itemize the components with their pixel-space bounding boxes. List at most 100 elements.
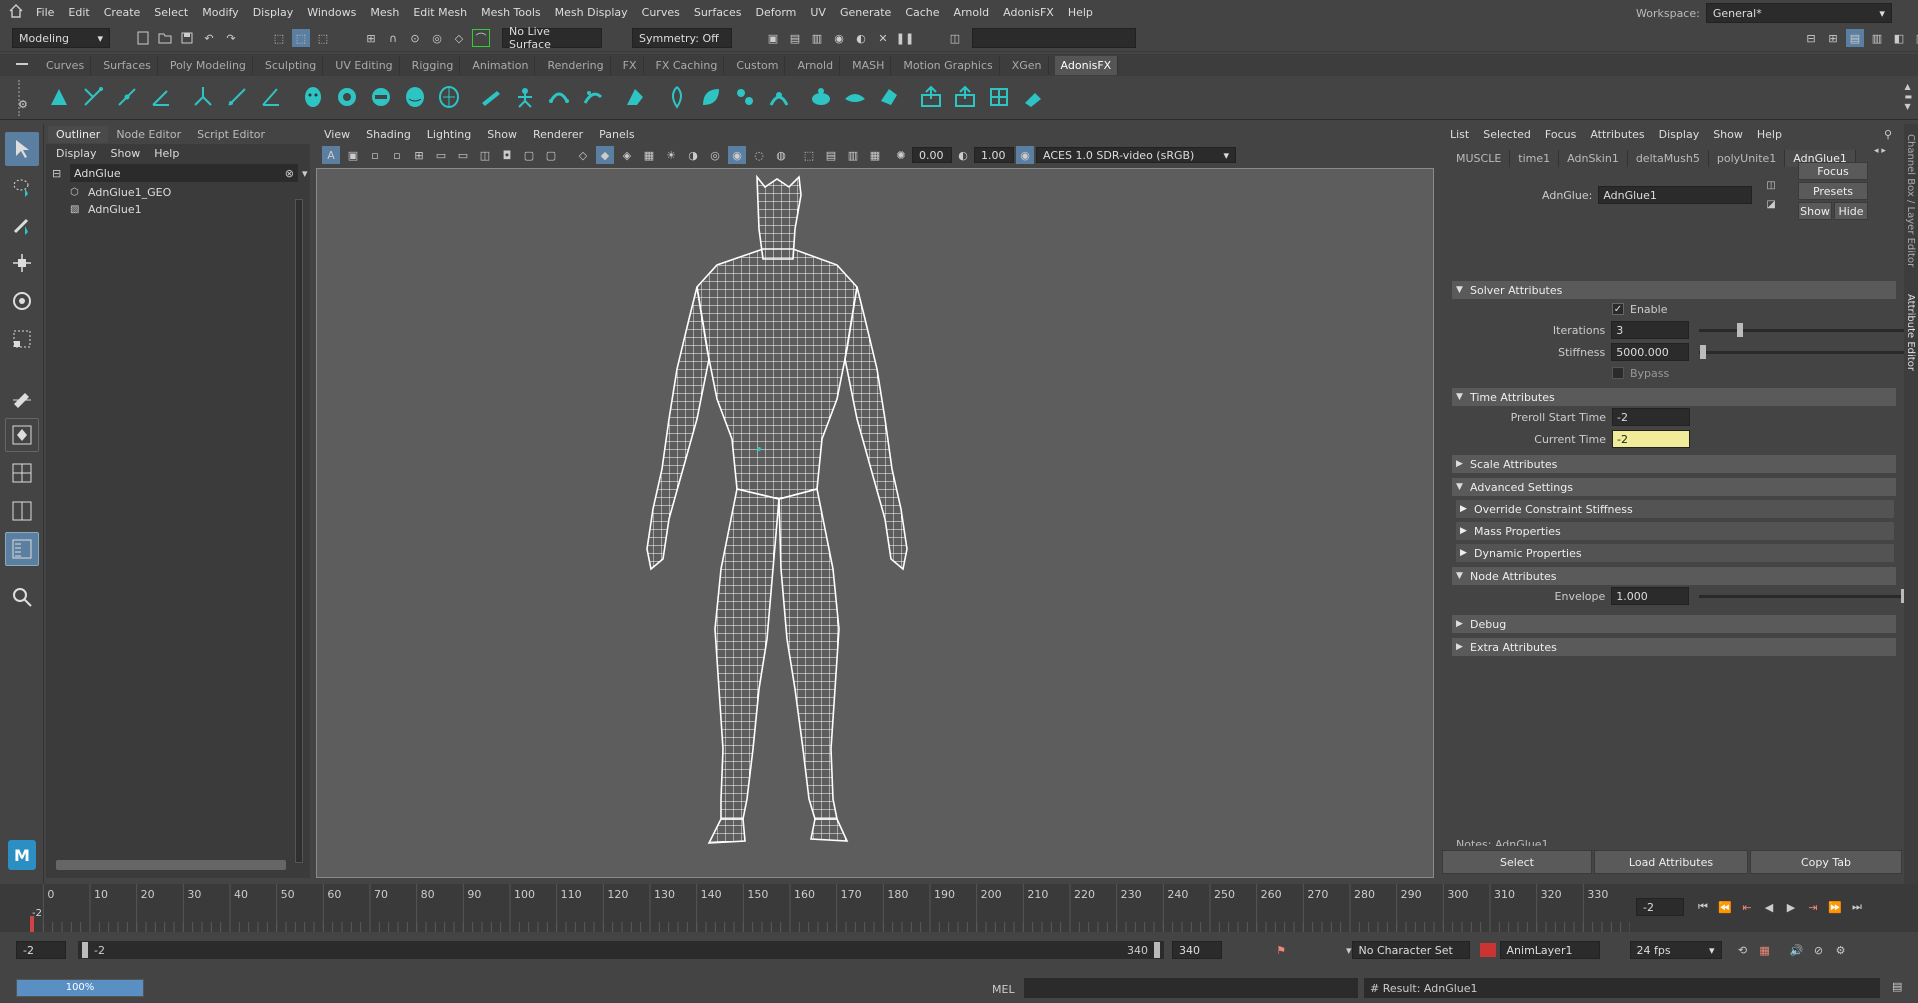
shelf-tab-uv-editing[interactable]: UV Editing [329, 56, 400, 75]
select-by-object-icon[interactable]: ⬚ [292, 29, 310, 47]
current-time-field[interactable]: -2 [1612, 430, 1690, 448]
adn-muscle-icon[interactable] [44, 82, 74, 112]
menu-item-uv[interactable]: UV [810, 6, 826, 19]
keyframe-icon[interactable]: ⚑ [1272, 941, 1290, 959]
shelf-tab-motion-graphics[interactable]: Motion Graphics [897, 56, 1000, 75]
mass-properties-section[interactable]: ▶ Mass Properties [1456, 522, 1894, 540]
command-input[interactable] [1024, 978, 1358, 998]
focus-node-icon[interactable]: ◫ [1766, 180, 1775, 191]
menu-item-edit[interactable]: Edit [68, 6, 89, 19]
snap-curve-icon[interactable]: ∩ [384, 29, 402, 47]
menu-item-modify[interactable]: Modify [202, 6, 238, 19]
adn-edge-icon[interactable] [544, 82, 574, 112]
select-by-hierarchy-icon[interactable]: ⬚ [270, 29, 288, 47]
wireframe-character-mesh[interactable] [317, 169, 1435, 879]
adn-mirror-icon[interactable] [662, 82, 692, 112]
four-view-icon[interactable] [5, 456, 39, 490]
adn-ribbon-icon[interactable] [366, 82, 396, 112]
tab-scroll-arrows[interactable]: ◂ ▸ [1874, 146, 1886, 156]
adn-face-icon[interactable] [298, 82, 328, 112]
select-button[interactable]: Select [1442, 850, 1592, 874]
step-back-frame-icon[interactable]: ⏪ [1716, 898, 1734, 916]
go-to-start-icon[interactable]: ⏮ [1694, 898, 1712, 916]
presets-button[interactable]: Presets [1798, 182, 1868, 200]
ae-menu-list[interactable]: List [1450, 128, 1469, 141]
script-editor-icon[interactable]: ▤ [1892, 980, 1902, 993]
gamma-field[interactable]: 1.00 [974, 147, 1014, 163]
outliner-item[interactable]: ⬡ AdnGlue1_GEO [54, 184, 310, 201]
debug-section[interactable]: ▶ Debug [1452, 615, 1896, 633]
envelope-field[interactable]: 1.000 [1611, 587, 1689, 605]
viewport-menu-view[interactable]: View [324, 128, 350, 141]
stiffness-field[interactable]: 5000.000 [1611, 343, 1689, 361]
step-forward-key-icon[interactable]: ⇥ [1804, 898, 1822, 916]
adn-slide-icon[interactable] [112, 82, 142, 112]
safe-action-icon[interactable]: ▢ [520, 146, 538, 164]
tab-node-editor[interactable]: Node Editor [108, 126, 189, 143]
field-chart-icon[interactable]: ◘ [498, 146, 516, 164]
shelf-tab-mash[interactable]: MASH [846, 56, 892, 75]
menu-item-cache[interactable]: Cache [905, 6, 939, 19]
adn-attachment-icon[interactable] [78, 82, 108, 112]
pin-icon[interactable]: ⚲ [1884, 128, 1892, 141]
smooth-shade-icon[interactable]: ◆ [596, 146, 614, 164]
sound-icon[interactable]: 🔊 [1788, 941, 1806, 959]
adn-export-file-icon[interactable] [950, 82, 980, 112]
symmetry-dropdown[interactable]: Symmetry: Off [632, 28, 732, 48]
select-by-component-icon[interactable]: ⬚ [314, 29, 332, 47]
snap-grid-icon[interactable]: ⊞ [362, 29, 380, 47]
shelf-tab-adonisfx[interactable]: AdonisFX [1054, 56, 1119, 75]
menu-item-select[interactable]: Select [154, 6, 188, 19]
live-surface-field[interactable]: No Live Surface [502, 25, 602, 51]
menu-item-create[interactable]: Create [104, 6, 141, 19]
shelf-tab-rendering[interactable]: Rendering [541, 56, 611, 75]
menu-item-deform[interactable]: Deform [755, 6, 796, 19]
adn-transfer-icon[interactable] [764, 82, 794, 112]
ae-tab-deltamush5[interactable]: deltaMush5 [1628, 149, 1709, 167]
bypass-checkbox[interactable] [1612, 367, 1624, 379]
shelf-scroll-arrows[interactable]: ▲ ▬ ▼ [1904, 82, 1912, 112]
chevron-down-icon[interactable]: ▾ [302, 167, 308, 180]
adn-grid-icon[interactable] [984, 82, 1014, 112]
outliner-menu-display[interactable]: Display [56, 147, 97, 160]
shelf-tab-custom[interactable]: Custom [730, 56, 786, 75]
ae-menu-focus[interactable]: Focus [1545, 128, 1576, 141]
attribute-editor-side-tab[interactable]: Attribute Editor [1905, 294, 1916, 371]
anim-layer-icon[interactable] [1479, 943, 1496, 957]
mode-dropdown[interactable]: Modeling ▾ [12, 28, 110, 48]
adn-sensor-icon[interactable] [510, 82, 540, 112]
wireframe-on-shaded-icon[interactable]: ◈ [618, 146, 636, 164]
grid-toggle-icon[interactable]: ⊞ [410, 146, 428, 164]
shelf-tab-poly-modeling[interactable]: Poly Modeling [164, 56, 253, 75]
channel-box-side-tab[interactable]: Channel Box / Layer Editor [1905, 134, 1916, 267]
playback-speed-icon[interactable]: ⊘ [1810, 941, 1828, 959]
gamma-icon[interactable]: ◐ [954, 146, 972, 164]
iterations-field[interactable]: 3 [1611, 321, 1689, 339]
range-slider[interactable]: -2 340 [78, 941, 1164, 959]
scale-tool-icon[interactable] [5, 322, 39, 356]
viewport-menu-shading[interactable]: Shading [366, 128, 411, 141]
menu-item-adonisfx[interactable]: AdonisFX [1003, 6, 1054, 19]
menu-item-help[interactable]: Help [1068, 6, 1093, 19]
shelf-menu-icon[interactable] [16, 60, 28, 70]
layout-icon-5[interactable]: ◧ [1890, 29, 1908, 47]
textured-icon[interactable]: ▦ [640, 146, 658, 164]
lasso-tool-icon[interactable] [5, 170, 39, 204]
layout-icon-3[interactable]: ▤ [1846, 29, 1864, 47]
search-tool-icon[interactable] [5, 580, 39, 614]
menu-item-curves[interactable]: Curves [642, 6, 680, 19]
adn-weights-icon[interactable] [730, 82, 760, 112]
animation-prefs-icon[interactable]: ⚙ [1832, 941, 1850, 959]
camera-attrs-icon[interactable]: ▣ [344, 146, 362, 164]
exposure-icon[interactable]: ✺ [892, 146, 910, 164]
override-constraint-stiffness-section[interactable]: ▶ Override Constraint Stiffness [1456, 500, 1894, 518]
hide-button[interactable]: Hide [1834, 202, 1868, 220]
ae-tab-polyunite1[interactable]: polyUnite1 [1709, 149, 1786, 167]
snap-surface-icon[interactable]: ◇ [450, 29, 468, 47]
depth-of-field-icon[interactable]: ▦ [866, 146, 884, 164]
pause-icon[interactable]: ❚❚ [896, 29, 914, 47]
node-input-icon[interactable]: ◪ [1766, 199, 1775, 210]
time-slider-ruler[interactable]: 0 10 20 30 40 50 60 70 80 90 100 110 120 130 140 150 160… [0, 884, 1630, 932]
adn-fiber-icon[interactable] [188, 82, 218, 112]
layout-icon-6[interactable]: ◨ [1912, 29, 1918, 47]
